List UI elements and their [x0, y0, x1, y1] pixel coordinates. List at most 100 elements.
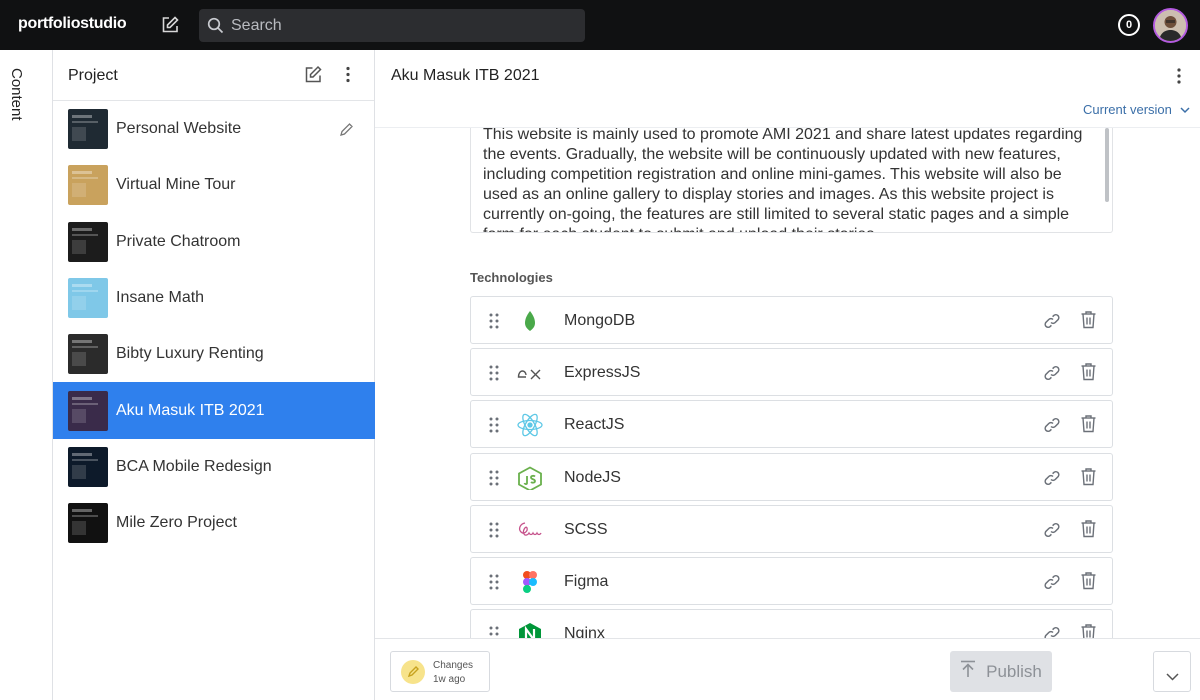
trash-icon[interactable]	[1080, 310, 1097, 329]
project-item[interactable]: BCA Mobile Redesign	[53, 439, 375, 495]
main-editor: Aku Masuk ITB 2021 Current version This …	[375, 50, 1200, 700]
project-thumbnail	[68, 221, 108, 262]
project-name: Private Chatroom	[116, 232, 241, 250]
express-icon	[516, 361, 544, 385]
link-icon[interactable]	[1043, 573, 1061, 591]
description-textarea[interactable]: This website is mainly used to promote A…	[470, 128, 1113, 233]
content-rail: Content	[0, 50, 53, 700]
project-name: Bibty Luxury Renting	[116, 345, 264, 363]
top-bar: portfoliostudio 0	[0, 0, 1200, 50]
nginx-icon	[516, 622, 544, 638]
rail-tab-content[interactable]: Content	[8, 68, 25, 121]
project-thumbnail	[68, 109, 108, 150]
drag-handle-icon[interactable]	[488, 521, 500, 539]
project-thumbnail	[68, 446, 108, 487]
link-icon[interactable]	[1043, 416, 1061, 434]
pencil-icon	[401, 660, 425, 684]
technology-item[interactable]: Nginx	[470, 609, 1113, 638]
technology-item[interactable]: NodeJS	[470, 452, 1113, 501]
project-name: Aku Masuk ITB 2021	[116, 401, 265, 419]
page-title: Aku Masuk ITB 2021	[391, 67, 540, 84]
trash-icon[interactable]	[1080, 571, 1097, 590]
description-text: This website is mainly used to promote A…	[483, 128, 1083, 232]
project-name: Personal Website	[116, 120, 242, 138]
technology-name: SCSS	[564, 520, 608, 538]
link-icon[interactable]	[1043, 625, 1061, 638]
search-box[interactable]	[199, 9, 585, 42]
project-panel-header: Project	[53, 50, 374, 101]
search-input[interactable]	[231, 9, 571, 42]
technologies-label: Technologies	[470, 270, 553, 285]
project-thumbnail	[68, 390, 108, 431]
project-thumbnail	[68, 334, 108, 375]
technology-name: MongoDB	[564, 312, 636, 329]
avatar[interactable]	[1153, 8, 1188, 43]
changes-button[interactable]: Changes 1w ago	[390, 651, 490, 692]
technology-name: ReactJS	[564, 416, 625, 434]
trash-icon[interactable]	[1080, 467, 1097, 486]
project-item[interactable]: Insane Math	[53, 270, 375, 326]
project-item[interactable]: Personal Website	[53, 101, 375, 157]
project-item[interactable]: Bibty Luxury Renting	[53, 326, 375, 382]
trash-icon[interactable]	[1080, 519, 1097, 538]
notification-badge[interactable]: 0	[1118, 14, 1140, 36]
more-vertical-icon[interactable]	[341, 65, 355, 84]
chevron-down-icon	[1166, 668, 1179, 686]
trash-icon[interactable]	[1080, 623, 1097, 638]
scss-icon	[516, 518, 544, 542]
version-selector[interactable]: Current version	[1083, 102, 1190, 117]
nodejs-icon	[516, 466, 544, 492]
expand-button[interactable]	[1153, 651, 1191, 692]
drag-handle-icon[interactable]	[488, 312, 500, 330]
technology-item[interactable]: ReactJS	[470, 400, 1113, 449]
project-name: Insane Math	[116, 289, 205, 307]
project-name: Virtual Mine Tour	[116, 176, 236, 194]
technology-name: NodeJS	[564, 468, 621, 486]
editor-header: Aku Masuk ITB 2021 Current version	[375, 50, 1200, 128]
project-name: BCA Mobile Redesign	[116, 457, 272, 475]
search-icon	[207, 17, 224, 34]
technology-list: MongoDB ExpressJS ReactJS NodeJS SCSS Figma Ng…	[470, 296, 1113, 638]
link-icon[interactable]	[1043, 364, 1061, 382]
project-list: Personal Website Virtual Mine Tour Private…	[53, 101, 375, 551]
project-item[interactable]: Private Chatroom	[53, 214, 375, 270]
technology-name: Figma	[564, 572, 609, 590]
upload-icon	[960, 660, 976, 683]
technology-item[interactable]: ExpressJS	[470, 348, 1113, 397]
project-name: Mile Zero Project	[116, 514, 237, 532]
changes-title: Changes	[433, 660, 474, 671]
mongodb-icon	[516, 309, 544, 333]
project-item[interactable]: Mile Zero Project	[53, 495, 375, 551]
project-item[interactable]: Virtual Mine Tour	[53, 157, 375, 213]
version-label: Current version	[1083, 102, 1172, 117]
drag-handle-icon[interactable]	[488, 469, 500, 487]
project-thumbnail	[68, 165, 108, 206]
drag-handle-icon[interactable]	[488, 416, 500, 434]
technology-item[interactable]: SCSS	[470, 504, 1113, 553]
trash-icon[interactable]	[1080, 362, 1097, 381]
trash-icon[interactable]	[1080, 414, 1097, 433]
link-icon[interactable]	[1043, 312, 1061, 330]
project-panel-title: Project	[68, 67, 118, 84]
scrollbar[interactable]	[1105, 128, 1109, 202]
pencil-icon[interactable]	[339, 122, 354, 137]
drag-handle-icon[interactable]	[488, 364, 500, 382]
brand-logo[interactable]: portfoliostudio	[18, 15, 127, 33]
changes-time: 1w ago	[433, 674, 466, 685]
publish-button[interactable]: Publish	[950, 651, 1052, 692]
project-item[interactable]: Aku Masuk ITB 2021	[53, 382, 375, 439]
link-icon[interactable]	[1043, 521, 1061, 539]
project-thumbnail	[68, 503, 108, 544]
edit-icon[interactable]	[160, 15, 180, 35]
link-icon[interactable]	[1043, 469, 1061, 487]
chevron-down-icon	[1180, 102, 1190, 117]
drag-handle-icon[interactable]	[488, 573, 500, 591]
drag-handle-icon[interactable]	[488, 625, 500, 638]
project-thumbnail	[68, 278, 108, 319]
technology-name: Nginx	[564, 625, 605, 638]
technology-item[interactable]: Figma	[470, 556, 1113, 605]
technology-item[interactable]: MongoDB	[470, 296, 1113, 344]
more-vertical-icon[interactable]	[1172, 66, 1186, 86]
new-project-icon[interactable]	[304, 65, 323, 84]
technology-name: ExpressJS	[564, 364, 641, 382]
